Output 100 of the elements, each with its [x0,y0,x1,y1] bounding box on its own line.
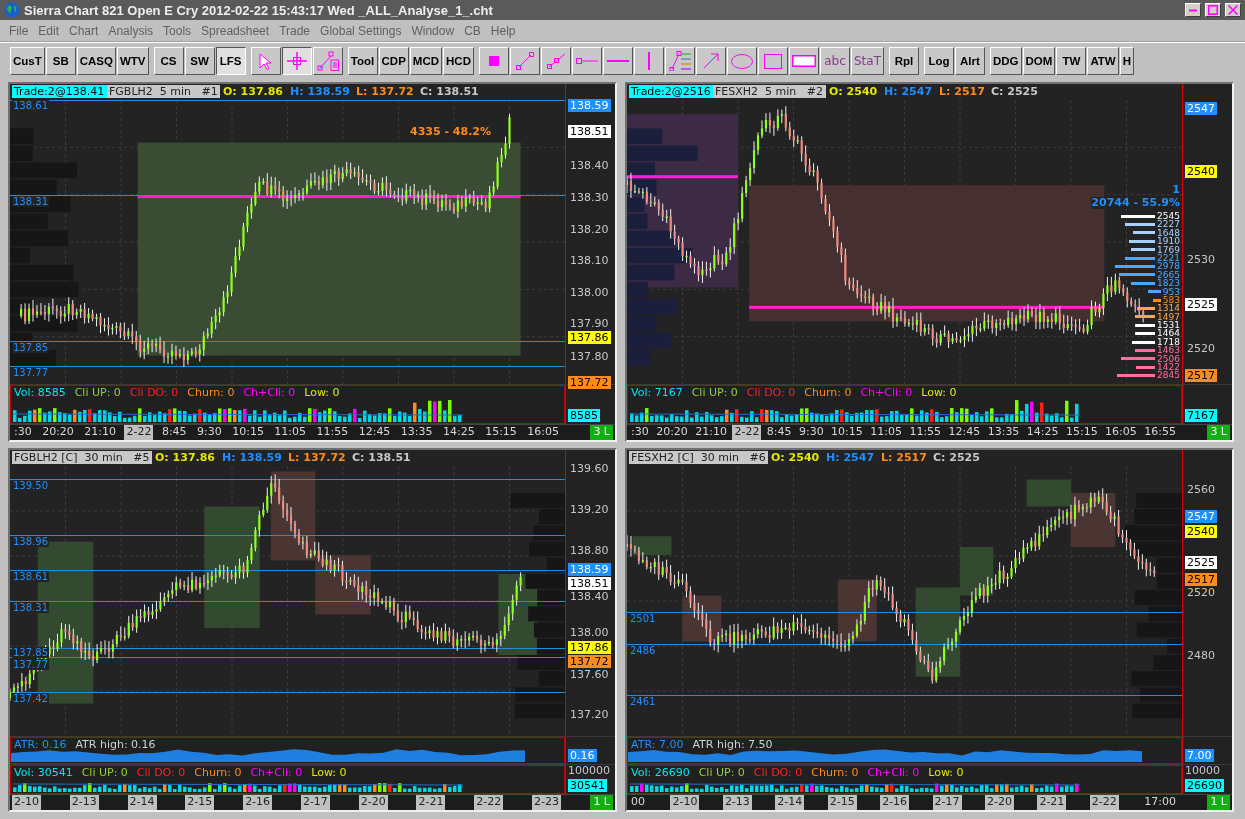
toolbar-button[interactable]: CusT [10,47,45,75]
vertical-line-icon [647,52,650,70]
menu-item[interactable]: Trade [274,23,316,38]
horizontal-ray-icon [575,58,598,64]
fibonacci-tool-button[interactable] [664,47,695,75]
toolbar-button[interactable]: WTV [117,47,149,75]
menu-item[interactable]: Edit [33,23,65,38]
time-label: 21:10 [694,425,728,440]
time-label: 2-13 [722,795,752,810]
menu-item[interactable]: Tools [158,23,197,38]
symbol-label: FESXH2 5 min #2 [713,85,826,98]
axis-label: 100000 [568,765,610,777]
profile-value: 2978 [1157,262,1180,271]
crosshair-tool-button[interactable] [281,47,312,75]
menu-item[interactable]: Chart [64,23,104,38]
level-label: 137.77 [12,367,49,378]
arrow-tool-button[interactable] [695,47,726,75]
horizontal-line-tool-button[interactable] [602,47,633,75]
toolbar-button[interactable]: Tool [347,47,378,75]
line-tool-button[interactable] [509,47,540,75]
time-label: 2-17 [932,795,962,810]
text-tool-button[interactable]: abc [819,47,850,75]
axis-label: 2520 [1187,343,1215,355]
close-button[interactable] [1225,3,1241,17]
toolbar-button[interactable]: LFS [215,47,246,75]
profile-annotation: 4335 - 48.2% [410,126,491,138]
toolbar-button[interactable]: SB [45,47,76,75]
axis-label: 137.90 [570,318,609,330]
menu-item[interactable]: File [4,23,34,38]
axis-label: 139.60 [570,463,609,475]
profile-value: 1463 [1157,346,1180,355]
price-tag: 137.86 [568,331,611,344]
ellipse-icon [730,53,753,69]
toolbar-button[interactable]: MCD [409,47,443,75]
profile-value: 2506 [1157,354,1180,364]
toolbar-button[interactable]: H [1119,47,1135,75]
price-tag: 2525 [1185,556,1217,569]
menu-item[interactable]: Global Settings [315,23,407,38]
price-tag: 2517 [1185,573,1217,586]
time-label: 2-22 [1089,795,1119,810]
time-label: 2-21 [416,795,446,810]
time-label: 2-21 [1037,795,1067,810]
profile-value: 1648 [1157,228,1180,238]
maximize-button[interactable] [1205,3,1221,17]
level-label: 2486 [629,645,657,656]
time-label: 9:30 [196,425,223,440]
vertical-line-tool-button[interactable] [633,47,664,75]
ray-tool-button[interactable] [540,47,571,75]
time-label: 12:45 [357,425,392,440]
profile-value: 1497 [1157,312,1180,322]
toolbar-button[interactable]: DOM [1022,47,1056,75]
rectangle-tool-button[interactable] [757,47,788,75]
menu-item[interactable]: Window [406,23,460,38]
time-label: 12:45 [947,425,982,440]
minimize-button[interactable] [1185,3,1201,17]
toolbar-button[interactable]: Log [923,47,954,75]
profile-value: 1823 [1157,279,1180,288]
time-label: 10:15 [231,425,265,440]
toolbar-button[interactable]: Alrt [954,47,985,75]
menu-item[interactable]: Help [485,23,521,38]
price-tag: 137.72 [568,655,611,668]
profile-value: 1718 [1157,337,1180,347]
horizontal-ray-tool-button[interactable] [571,47,602,75]
time-label: 2-20 [985,795,1014,810]
toolbar-button[interactable]: CS [153,47,184,75]
price-tag: 137.72 [568,376,611,389]
axis-label: 2520 [1187,587,1215,599]
time-label: 17:00 [1143,795,1177,810]
time-label: 00 [630,795,646,810]
axis-label: 138.30 [570,192,609,204]
toolbar-button[interactable]: DDG [989,47,1022,75]
axis-label: 138.10 [570,255,609,267]
time-label: 2-22 [124,425,154,440]
study-value: Ch+Cli: 0 [867,766,920,779]
study-value: ATR: 7.00 [631,738,684,751]
square-tool-button[interactable] [478,47,509,75]
toolbar-button[interactable]: CDP [378,47,409,75]
menu-item[interactable]: Analysis [103,23,159,38]
toolbar-button[interactable]: ATW [1087,47,1119,75]
axis-label: 138.00 [570,287,609,299]
study-value: Cli DO: 0 [136,766,186,779]
toolbar-button[interactable]: SW [184,47,215,75]
toolbar-button[interactable]: HCD [443,47,474,75]
toolbar-button[interactable]: Rpl [888,47,919,75]
text-tool-button[interactable]: StaT [850,47,884,75]
ellipse-tool-button[interactable] [726,47,757,75]
toolbar-button[interactable]: TW [1056,47,1087,75]
study-value: Cli DO: 0 [746,386,796,399]
profile-value: 2665 [1157,270,1180,280]
maximize-icon [1208,5,1218,15]
toolbar-button[interactable]: CASQ [76,47,116,75]
text-box-tool-button[interactable] [788,47,819,75]
time-label: 2-22 [474,795,504,810]
pointer-tool-button[interactable] [250,47,281,75]
menu-item[interactable]: Spreadsheet [196,23,275,38]
time-label: 21:10 [83,425,117,440]
axis-label: 2480 [1187,650,1215,662]
study-value: Ch+Cli: 0 [243,386,296,399]
menu-item[interactable]: CB [459,23,486,38]
line-calculator-tool-button[interactable] [312,47,343,75]
